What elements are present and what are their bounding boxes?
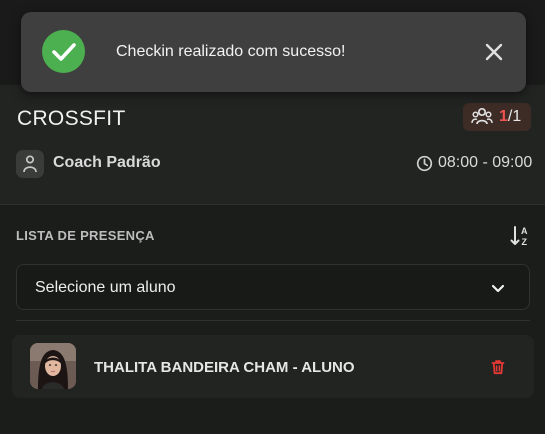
people-icon — [471, 107, 493, 125]
chevron-down-icon — [491, 284, 505, 293]
clock-icon — [416, 155, 433, 172]
list-item: THALITA BANDEIRA CHAM - ALUNO — [12, 335, 534, 398]
capacity-max: /1 — [507, 108, 522, 125]
trash-icon[interactable] — [490, 359, 506, 375]
svg-text:Z: Z — [522, 237, 528, 247]
capacity-count: 1/1 — [499, 108, 521, 126]
toast-message: Checkin realizado com sucesso! — [116, 43, 346, 60]
class-time: 08:00 - 09:00 — [438, 154, 533, 171]
check-circle-icon — [42, 30, 85, 73]
student-name: THALITA BANDEIRA CHAM - ALUNO — [94, 359, 355, 376]
person-icon — [16, 150, 44, 178]
success-toast: Checkin realizado com sucesso! — [21, 12, 526, 92]
capacity-current: 1 — [499, 108, 508, 125]
class-title: CROSSFIT — [17, 107, 126, 130]
close-icon[interactable] — [484, 42, 504, 62]
avatar — [30, 343, 76, 389]
attendance-list-label: LISTA DE PRESENÇA — [16, 228, 155, 243]
class-card: CROSSFIT 1/1 Coach Padrão 08:00 - 09:00 — [0, 85, 545, 205]
divider — [16, 320, 530, 321]
sort-alpha-icon[interactable]: A Z — [510, 224, 532, 248]
capacity-badge: 1/1 — [463, 103, 531, 131]
checkin-screen: Checkin realizado com sucesso! CROSSFIT … — [0, 0, 545, 434]
coach-name: Coach Padrão — [53, 154, 161, 171]
student-select[interactable]: Selecione um aluno — [16, 264, 530, 310]
svg-text:A: A — [521, 226, 528, 236]
student-select-placeholder: Selecione um aluno — [35, 279, 176, 296]
